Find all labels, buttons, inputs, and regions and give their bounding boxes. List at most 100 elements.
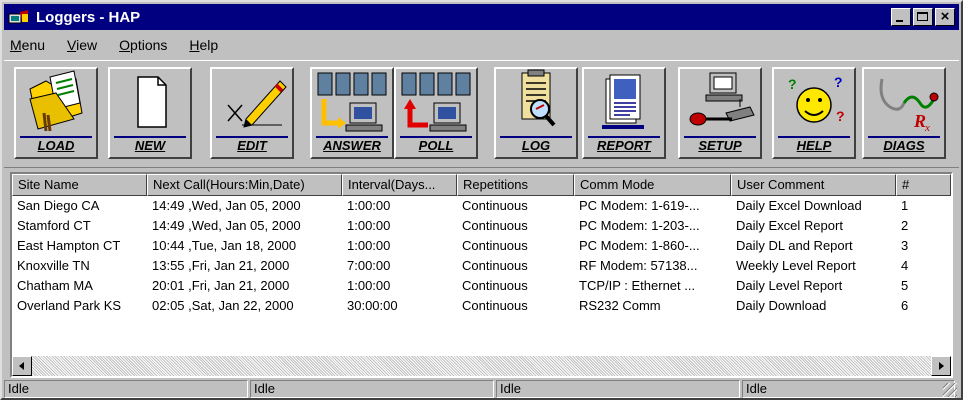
title-bar[interactable]: Loggers - HAP × [4,4,959,30]
next-call-cell: 02:05 ,Sat, Jan 22, 2000 [152,298,294,313]
user-comment-cell: Daily Level Report [736,278,843,293]
diags-button[interactable]: R x DIAGS [862,67,946,159]
window-title: Loggers - HAP [36,8,141,26]
user-comment-cell: Daily Download [736,298,827,313]
repetitions-cell: Continuous [462,278,528,293]
column-repetitions[interactable]: Repetitions [457,174,574,196]
status-pane-1: Idle [4,380,248,398]
number-cell: 3 [901,238,909,253]
svg-text:?: ? [836,108,845,124]
arrow-right-icon [939,362,944,370]
next-call-cell: 10:44 ,Tue, Jan 18, 2000 [152,238,297,253]
table-row[interactable]: Stamford CT 14:49 ,Wed, Jan 05, 2000 1:0… [12,216,951,236]
setup-button[interactable]: SETUP [678,67,762,159]
edit-button[interactable]: EDIT [210,67,294,159]
column-number[interactable]: # [896,174,951,196]
help-button[interactable]: ? ? ? HELP [772,67,856,159]
maximize-button[interactable] [913,8,933,26]
report-icon [602,74,644,129]
status-pane-2: Idle [250,380,494,398]
app-window: Loggers - HAP × Menu View Options Help L… [0,0,963,400]
site-name-cell: San Diego CA [17,198,100,213]
scroll-right-button[interactable] [931,356,951,376]
user-comment-cell: Daily Excel Report [736,218,843,233]
next-call-cell: 20:01 ,Fri, Jan 21, 2000 [152,278,290,293]
poll-button[interactable]: POLL [394,67,478,159]
load-button[interactable]: LOAD [14,67,98,159]
comm-mode-cell: PC Modem: 1-619-... [579,198,700,213]
repetitions-cell: Continuous [462,258,528,273]
loggers-table[interactable]: Site Name Next Call(Hours:Min,Date) Inte… [10,172,953,378]
svg-text:x: x [924,122,930,134]
comm-mode-cell: PC Modem: 1-860-... [579,238,700,253]
menu-options[interactable]: Options [119,37,167,53]
log-button[interactable]: LOG [494,67,578,159]
menu-view[interactable]: View [67,37,97,53]
user-comment-cell: Weekly Level Report [736,258,856,273]
setup-tools-icon [689,72,755,126]
close-button[interactable]: × [935,8,955,26]
next-call-cell: 14:49 ,Wed, Jan 05, 2000 [152,218,301,233]
site-name-cell: Knoxville TN [17,258,90,273]
menu-bar: Menu View Options Help [4,32,959,58]
interval-cell: 30:00:00 [347,298,398,313]
table-row[interactable]: Overland Park KS 02:05 ,Sat, Jan 22, 200… [12,296,951,316]
status-pane-3: Idle [496,380,740,398]
table-row[interactable]: Chatham MA 20:01 ,Fri, Jan 21, 2000 1:00… [12,276,951,296]
table-body: San Diego CA 14:49 ,Wed, Jan 05, 2000 1:… [12,196,951,316]
answer-icon [317,72,387,132]
interval-cell: 1:00:00 [347,238,391,253]
column-interval[interactable]: Interval(Days... [342,174,457,196]
table-row[interactable]: East Hampton CT 10:44 ,Tue, Jan 18, 2000… [12,236,951,256]
table-header: Site Name Next Call(Hours:Min,Date) Inte… [12,174,951,196]
repetitions-cell: Continuous [462,298,528,313]
svg-text:?: ? [788,76,797,92]
new-document-icon [137,76,167,128]
close-icon: × [940,8,950,25]
next-call-cell: 14:49 ,Wed, Jan 05, 2000 [152,198,301,213]
repetitions-cell: Continuous [462,238,528,253]
minimize-button[interactable] [891,8,911,26]
status-pane-4: Idle [742,380,955,398]
scroll-left-button[interactable] [12,356,32,376]
column-comm-mode[interactable]: Comm Mode [574,174,731,196]
poll-icon [401,72,471,132]
comm-mode-cell: RF Modem: 57138... [579,258,698,273]
site-name-cell: Stamford CT [17,218,91,233]
table-row[interactable]: San Diego CA 14:49 ,Wed, Jan 05, 2000 1:… [12,196,951,216]
next-call-cell: 13:55 ,Fri, Jan 21, 2000 [152,258,290,273]
column-next-call[interactable]: Next Call(Hours:Min,Date) [147,174,342,196]
repetitions-cell: Continuous [462,198,528,213]
site-name-cell: Overland Park KS [17,298,122,313]
interval-cell: 1:00:00 [347,218,391,233]
interval-cell: 1:00:00 [347,278,391,293]
repetitions-cell: Continuous [462,218,528,233]
menu-menu[interactable]: Menu [10,37,45,53]
stethoscope-diags-icon: R x [879,78,939,134]
horizontal-scrollbar[interactable] [12,356,951,376]
logger-app-icon [8,8,30,26]
interval-cell: 1:00:00 [347,198,391,213]
arrow-left-icon [19,362,24,370]
comm-mode-cell: RS232 Comm [579,298,661,313]
log-magnifier-icon [521,69,556,127]
site-name-cell: East Hampton CT [17,238,121,253]
smiley-help-icon: ? ? ? [788,74,845,124]
number-cell: 2 [901,218,909,233]
comm-mode-cell: PC Modem: 1-203-... [579,218,700,233]
column-site-name[interactable]: Site Name [12,174,147,196]
pencil-edit-icon [227,80,287,128]
column-user-comment[interactable]: User Comment [731,174,896,196]
report-button[interactable]: REPORT [582,67,666,159]
answer-button[interactable]: ANSWER [310,67,394,159]
site-name-cell: Chatham MA [17,278,93,293]
resize-grip-icon[interactable] [943,383,957,397]
svg-text:?: ? [834,74,843,90]
comm-mode-cell: TCP/IP : Ethernet ... [579,278,696,293]
number-cell: 1 [901,198,909,213]
new-button[interactable]: NEW [108,67,192,159]
menu-help[interactable]: Help [189,37,218,53]
table-row[interactable]: Knoxville TN 13:55 ,Fri, Jan 21, 2000 7:… [12,256,951,276]
number-cell: 5 [901,278,909,293]
minimize-icon [896,20,903,22]
